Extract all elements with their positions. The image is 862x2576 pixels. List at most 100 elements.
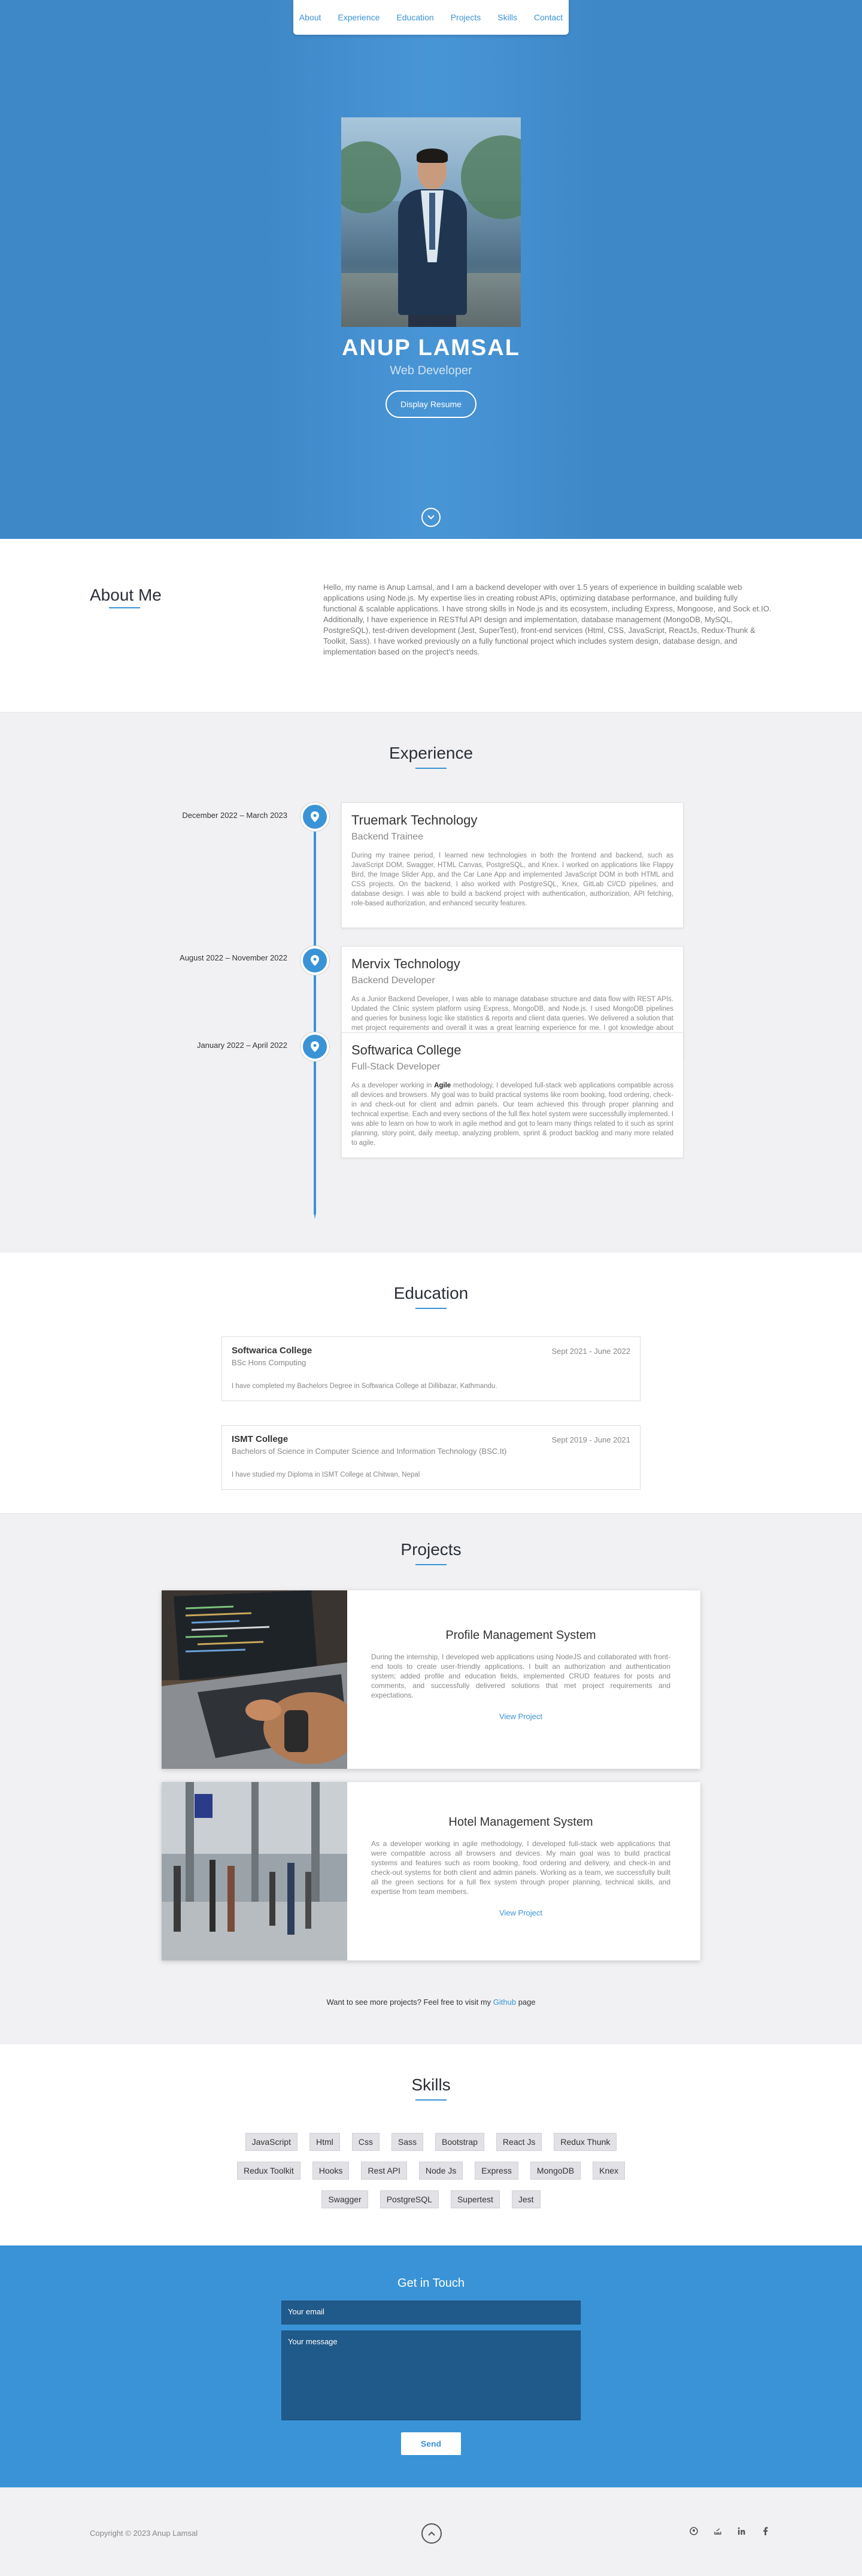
about-title: About Me: [90, 586, 162, 604]
agile-bold: Agile: [434, 1082, 451, 1089]
copyright-text: Copyright © 2023 Anup Lamsal: [90, 2529, 198, 2538]
experience-desc: During my trainee period, I learned new …: [351, 852, 673, 907]
skill-tag: Html: [309, 2133, 340, 2151]
education-desc: I have studied my Diploma in ISMT Colleg…: [232, 1471, 420, 1478]
education-degree: BSc Hons Computing: [232, 1358, 306, 1367]
skills-title: Skills: [411, 2075, 451, 2094]
about-section: About Me Hello, my name is Anup Lamsal, …: [0, 539, 862, 713]
skills-row: Swagger PostgreSQL Supertest Jest: [0, 2190, 862, 2208]
hero-section: ANUP LAMSAL Web Developer Display Resume: [0, 0, 862, 539]
timeline-date: January 2022 – April 2022: [196, 1041, 287, 1050]
experience-title-underline: [415, 768, 447, 769]
education-desc: I have completed my Bachelors Degree in …: [232, 1383, 497, 1390]
nav-link-about[interactable]: About: [299, 13, 321, 22]
facebook-icon[interactable]: [760, 2527, 771, 2537]
github-link[interactable]: Github: [493, 1998, 516, 2007]
chevron-down-icon[interactable]: [421, 508, 441, 527]
timeline-line: [314, 807, 316, 1214]
skill-tag: Supertest: [450, 2190, 500, 2208]
education-degree: Bachelors of Science in Computer Science…: [232, 1447, 507, 1456]
github-icon[interactable]: [688, 2527, 699, 2537]
nav-link-experience[interactable]: Experience: [338, 13, 380, 22]
education-card: ISMT College Bachelors of Science in Com…: [221, 1425, 641, 1490]
hero-name: ANUP LAMSAL: [342, 335, 520, 360]
education-period: Sept 2021 - June 2022: [551, 1347, 630, 1356]
education-period: Sept 2019 - June 2021: [551, 1435, 630, 1444]
experience-section: Experience December 2022 – March 2023 Tr…: [0, 713, 862, 1253]
experience-title: Experience: [388, 744, 474, 762]
project-desc: As a developer working in agile methodol…: [371, 1839, 670, 1896]
about-title-underline: [109, 607, 140, 608]
project-title: Hotel Management System: [448, 1816, 593, 1829]
email-field[interactable]: Your email: [281, 2301, 581, 2325]
top-nav: About Experience Education Projects Skil…: [293, 0, 569, 35]
project-title: Profile Management System: [445, 1629, 596, 1642]
skill-tag: Swagger: [321, 2190, 368, 2208]
experience-role: Backend Trainee: [351, 832, 424, 842]
project-card: Profile Management System During the int…: [162, 1590, 700, 1769]
experience-role: Full-Stack Developer: [351, 1062, 441, 1072]
skill-tag: Jest: [511, 2190, 541, 2208]
timeline-date: December 2022 – March 2023: [182, 811, 287, 820]
about-text: Hello, my name is Anup Lamsal, and I am …: [323, 583, 772, 656]
location-pin-icon: [301, 1032, 329, 1061]
social-links: [688, 2527, 771, 2537]
skill-tag: MongoDB: [530, 2162, 581, 2180]
skill-tag: React Js: [496, 2133, 542, 2151]
skill-tag: Bootstrap: [435, 2133, 484, 2151]
projects-section: Projects Profile Management System Durin…: [0, 1514, 862, 2044]
experience-card: Truemark Technology Backend Trainee Duri…: [341, 802, 684, 928]
hero-role: Web Developer: [390, 364, 472, 377]
footer: Copyright © 2023 Anup Lamsal: [0, 2487, 862, 2576]
send-button[interactable]: Send: [401, 2432, 461, 2455]
skills-section: Skills JavaScript Html Css Sass Bootstra…: [0, 2044, 862, 2245]
education-title: Education: [393, 1284, 469, 1302]
skill-tag: Css: [351, 2133, 380, 2151]
skill-tag: Node Js: [418, 2162, 463, 2180]
skills-title-underline: [415, 2099, 447, 2101]
message-field[interactable]: Your message: [281, 2330, 581, 2420]
nav-link-education[interactable]: Education: [396, 13, 433, 22]
project-body: Hotel Management System As a developer w…: [359, 1782, 682, 1960]
projects-title-underline: [415, 1564, 447, 1565]
timeline-date: August 2022 – November 2022: [180, 953, 287, 962]
skill-tag: Redux Toolkit: [236, 2162, 301, 2180]
chevron-up-icon[interactable]: [421, 2523, 442, 2544]
experience-company: Softwarica College: [351, 1042, 462, 1057]
nav-link-projects[interactable]: Projects: [451, 13, 481, 22]
view-project-link[interactable]: View Project: [371, 1712, 670, 1721]
view-project-link[interactable]: View Project: [371, 1908, 670, 1917]
more-projects-text: Want to see more projects? Feel free to …: [326, 1998, 536, 2007]
project-body: Profile Management System During the int…: [359, 1590, 682, 1769]
experience-company: Truemark Technology: [351, 813, 478, 828]
contact-section: Get in Touch Your email Your message Sen…: [0, 2245, 862, 2487]
projects-title: Projects: [400, 1540, 462, 1559]
linkedin-icon[interactable]: [736, 2527, 747, 2537]
education-section: Education Softwarica College BSc Hons Co…: [0, 1253, 862, 1514]
skill-tag: Hooks: [312, 2162, 350, 2180]
experience-company: Mervix Technology: [351, 956, 460, 971]
experience-card: Softwarica College Full-Stack Developer …: [341, 1032, 684, 1158]
contact-title: Get in Touch: [397, 2277, 465, 2290]
skill-tag: Rest API: [361, 2162, 407, 2180]
project-desc: During the internship, I developed web a…: [371, 1653, 670, 1699]
skills-row: Redux Toolkit Hooks Rest API Node Js Exp…: [0, 2162, 862, 2180]
profile-photo: [341, 117, 521, 327]
nav-link-skills[interactable]: Skills: [497, 13, 517, 22]
experience-desc: As a developer working in Agile methodol…: [351, 1082, 673, 1147]
skill-tag: Knex: [593, 2162, 626, 2180]
skill-tag: Express: [475, 2162, 518, 2180]
location-pin-icon: [301, 946, 329, 975]
timeline-end: [314, 1212, 316, 1219]
skills-row: JavaScript Html Css Sass Bootstrap React…: [0, 2133, 862, 2151]
skill-tag: Sass: [391, 2133, 423, 2151]
nav-link-contact[interactable]: Contact: [534, 13, 563, 22]
display-resume-button[interactable]: Display Resume: [386, 390, 476, 418]
skill-tag: Redux Thunk: [554, 2133, 617, 2151]
experience-role: Backend Developer: [351, 975, 435, 986]
education-title-underline: [415, 1308, 447, 1309]
location-pin-icon: [301, 802, 329, 831]
stackoverflow-icon[interactable]: [712, 2527, 723, 2537]
project-image-laptop: [162, 1590, 347, 1769]
skill-tag: JavaScript: [245, 2133, 298, 2151]
